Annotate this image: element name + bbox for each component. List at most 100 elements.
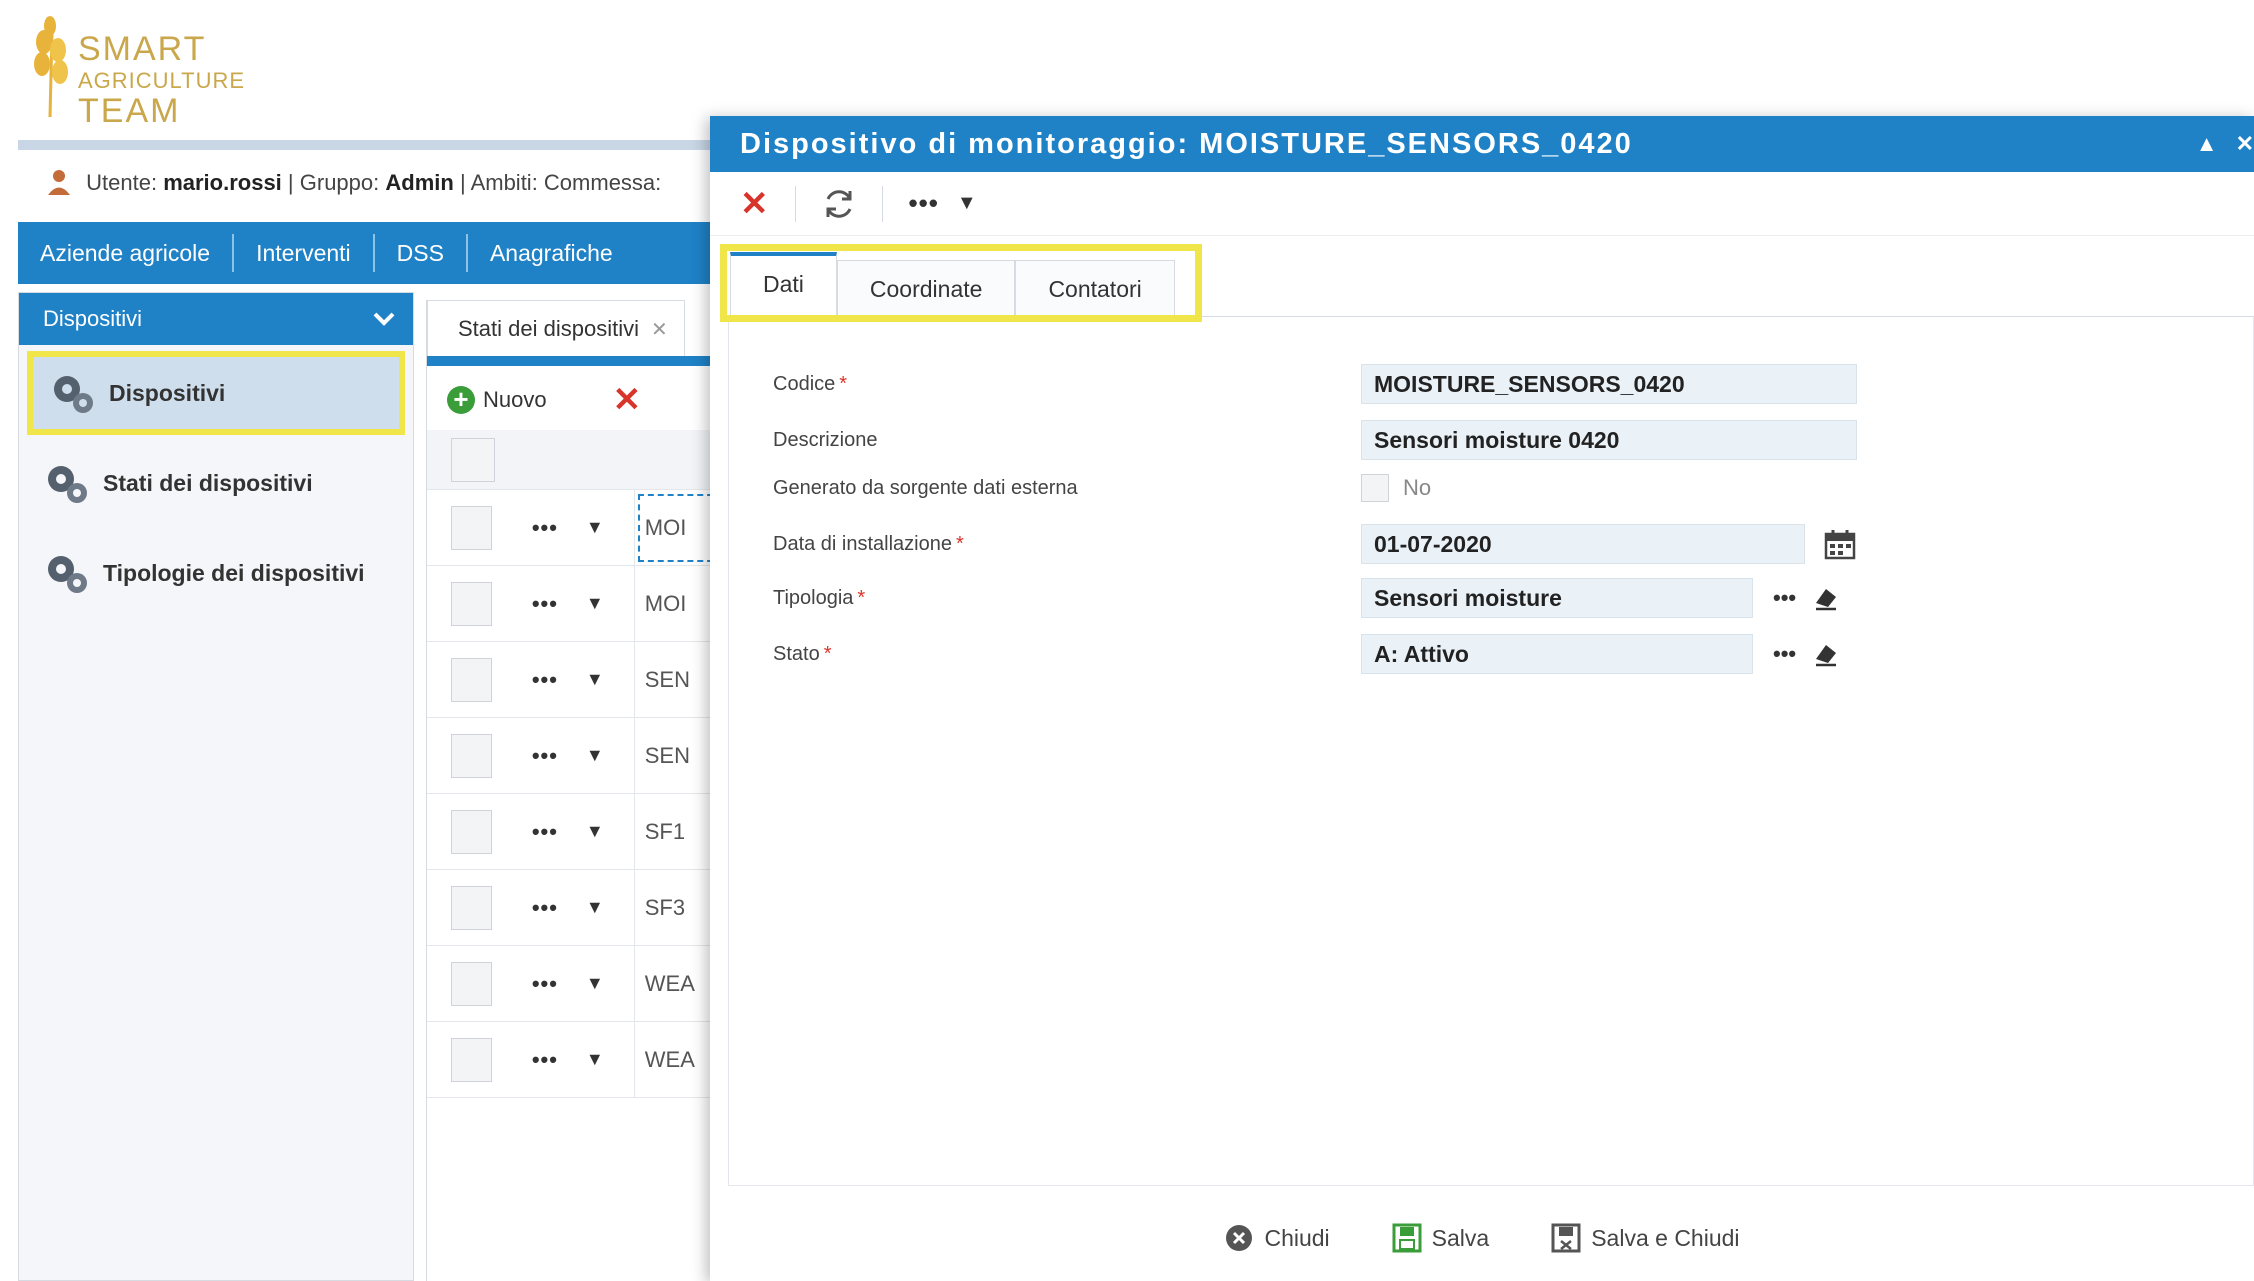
required-marker: *	[839, 372, 848, 395]
caret-down-icon[interactable]: ▼	[586, 1049, 604, 1070]
grid-toolbar: + Nuovo ✕	[447, 380, 641, 420]
more-icon[interactable]: •••	[532, 819, 558, 845]
eraser-icon[interactable]	[1812, 585, 1840, 611]
row-checkbox[interactable]	[451, 961, 492, 1006]
row-checkbox[interactable]	[451, 885, 492, 930]
caret-down-icon[interactable]: ▼	[586, 973, 604, 994]
more-icon[interactable]: •••	[909, 188, 939, 219]
close-tab-icon[interactable]: ✕	[651, 319, 668, 341]
refresh-icon[interactable]	[822, 187, 856, 221]
select-all-checkbox[interactable]	[451, 437, 495, 482]
user-info-bar: Utente: mario.rossi | Gruppo: Admin | Am…	[46, 168, 661, 196]
field-generato: Generato da sorgente dati esterna No	[773, 474, 1431, 502]
stato-label: Stato	[773, 642, 820, 665]
caret-down-icon[interactable]: ▼	[586, 897, 604, 918]
close-button[interactable]: Chiudi	[1224, 1223, 1330, 1253]
more-icon[interactable]: •••	[532, 591, 558, 617]
table-row[interactable]: ••• ▼ SF1	[427, 793, 727, 870]
tipologia-input[interactable]: Sensori moisture	[1361, 578, 1753, 618]
lookup-more-icon[interactable]: •••	[1773, 641, 1796, 667]
field-tipologia: Tipologia * Sensori moisture •••	[773, 578, 1840, 618]
save-icon	[1392, 1223, 1422, 1253]
descrizione-input[interactable]: Sensori moisture 0420	[1361, 420, 1857, 460]
device-modal: Dispositivo di monitoraggio: MOISTURE_SE…	[710, 116, 2254, 1281]
more-icon[interactable]: •••	[532, 515, 558, 541]
delete-icon[interactable]: ✕	[613, 380, 642, 420]
tab-label: Stati dei dispositivi	[458, 316, 639, 341]
caret-down-icon[interactable]: ▼	[586, 745, 604, 766]
row-checkbox[interactable]	[451, 809, 492, 854]
caret-down-icon[interactable]: ▼	[586, 593, 604, 614]
caret-down-icon[interactable]: ▼	[586, 517, 604, 538]
more-icon[interactable]: •••	[532, 743, 558, 769]
chevron-down-icon	[373, 312, 395, 326]
delete-icon[interactable]: ✕	[740, 184, 769, 224]
generato-value: No	[1403, 475, 1432, 500]
data-input[interactable]: 01-07-2020	[1361, 524, 1805, 564]
collapse-icon[interactable]: ▲	[2196, 131, 2218, 156]
menu-item-aziende[interactable]: Aziende agricole	[18, 234, 235, 272]
wheat-icon	[34, 16, 68, 118]
scope-label: | Ambiti: Commessa:	[459, 170, 662, 195]
caret-down-icon[interactable]: ▼	[586, 669, 604, 690]
field-stato: Stato * A: Attivo •••	[773, 634, 1840, 674]
gears-icon	[48, 556, 87, 593]
generato-checkbox[interactable]	[1361, 474, 1389, 502]
save-button-label: Salva	[1431, 1224, 1490, 1251]
generato-label: Generato da sorgente dati esterna	[773, 476, 1078, 499]
logo-line-2: AGRICULTURE	[78, 68, 246, 93]
menu-item-anagrafiche[interactable]: Anagrafiche	[468, 234, 635, 272]
more-icon[interactable]: •••	[532, 1047, 558, 1073]
required-marker: *	[857, 586, 866, 609]
row-checkbox[interactable]	[451, 505, 492, 550]
caret-down-icon[interactable]: ▼	[586, 821, 604, 842]
required-marker: *	[956, 532, 964, 555]
descrizione-label: Descrizione	[773, 428, 878, 451]
sidebar-item-dispositivi[interactable]: Dispositivi	[27, 351, 405, 435]
caret-down-icon[interactable]: ▼	[957, 192, 977, 215]
table-row[interactable]: ••• ▼ SEN	[427, 717, 727, 794]
table-row[interactable]: ••• ▼ WEA	[427, 945, 727, 1022]
table-row[interactable]: ••• ▼ WEA	[427, 1021, 727, 1098]
sidebar-item-tipologie[interactable]: Tipologie dei dispositivi	[27, 531, 405, 615]
save-button[interactable]: Salva	[1392, 1223, 1490, 1253]
logo-line-1: SMART	[78, 30, 207, 68]
tab-stati-dispositivi[interactable]: Stati dei dispositivi ✕	[427, 300, 685, 356]
sidebar-header-label: Dispositivi	[43, 306, 143, 331]
data-label: Data di installazione	[773, 532, 952, 555]
close-modal-icon[interactable]: ✕	[2236, 131, 2254, 156]
form-panel: Codice * MOISTURE_SENSORS_0420 Descrizion…	[728, 316, 2254, 1186]
more-icon[interactable]: •••	[532, 895, 558, 921]
eraser-icon[interactable]	[1812, 641, 1840, 667]
menu-item-interventi[interactable]: Interventi	[234, 234, 375, 272]
tab-underline	[427, 356, 727, 366]
stato-input[interactable]: A: Attivo	[1361, 634, 1753, 674]
sidebar-item-stati[interactable]: Stati dei dispositivi	[27, 441, 405, 525]
tipologia-label: Tipologia	[773, 586, 854, 609]
more-icon[interactable]: •••	[532, 971, 558, 997]
toolbar-separator	[881, 185, 883, 222]
table-row[interactable]: ••• ▼ SEN	[427, 641, 727, 718]
row-checkbox[interactable]	[451, 1037, 492, 1082]
row-checkbox[interactable]	[451, 657, 492, 702]
lookup-more-icon[interactable]: •••	[1773, 585, 1796, 611]
modal-title: Dispositivo di monitoraggio: MOISTURE_SE…	[740, 128, 1633, 160]
new-button[interactable]: Nuovo	[483, 387, 547, 413]
modal-title-bar[interactable]: Dispositivo di monitoraggio: MOISTURE_SE…	[710, 116, 2254, 172]
codice-input[interactable]: MOISTURE_SENSORS_0420	[1361, 364, 1857, 404]
sidebar-item-label: Tipologie dei dispositivi	[103, 559, 365, 586]
calendar-icon[interactable]	[1823, 528, 1857, 560]
more-icon[interactable]: •••	[532, 667, 558, 693]
row-checkbox[interactable]	[451, 733, 492, 778]
table-row[interactable]: ••• ▼ MOI	[427, 565, 727, 642]
table-row[interactable]: ••• ▼ SF3	[427, 869, 727, 946]
menu-item-dss[interactable]: DSS	[375, 234, 468, 272]
main-menu: Aziende agricole Interventi DSS Anagrafi…	[18, 222, 718, 284]
codice-label: Codice	[773, 372, 836, 395]
background-content-panel: Stati dei dispositivi ✕ + Nuovo ✕ ••• ▼ MOI…	[426, 300, 727, 1281]
save-close-button[interactable]: Salva e Chiudi	[1551, 1223, 1740, 1253]
row-checkbox[interactable]	[451, 581, 492, 626]
table-row[interactable]: ••• ▼ MOI	[427, 489, 727, 566]
save-close-button-label: Salva e Chiudi	[1591, 1224, 1740, 1251]
sidebar-header[interactable]: Dispositivi	[19, 293, 413, 345]
